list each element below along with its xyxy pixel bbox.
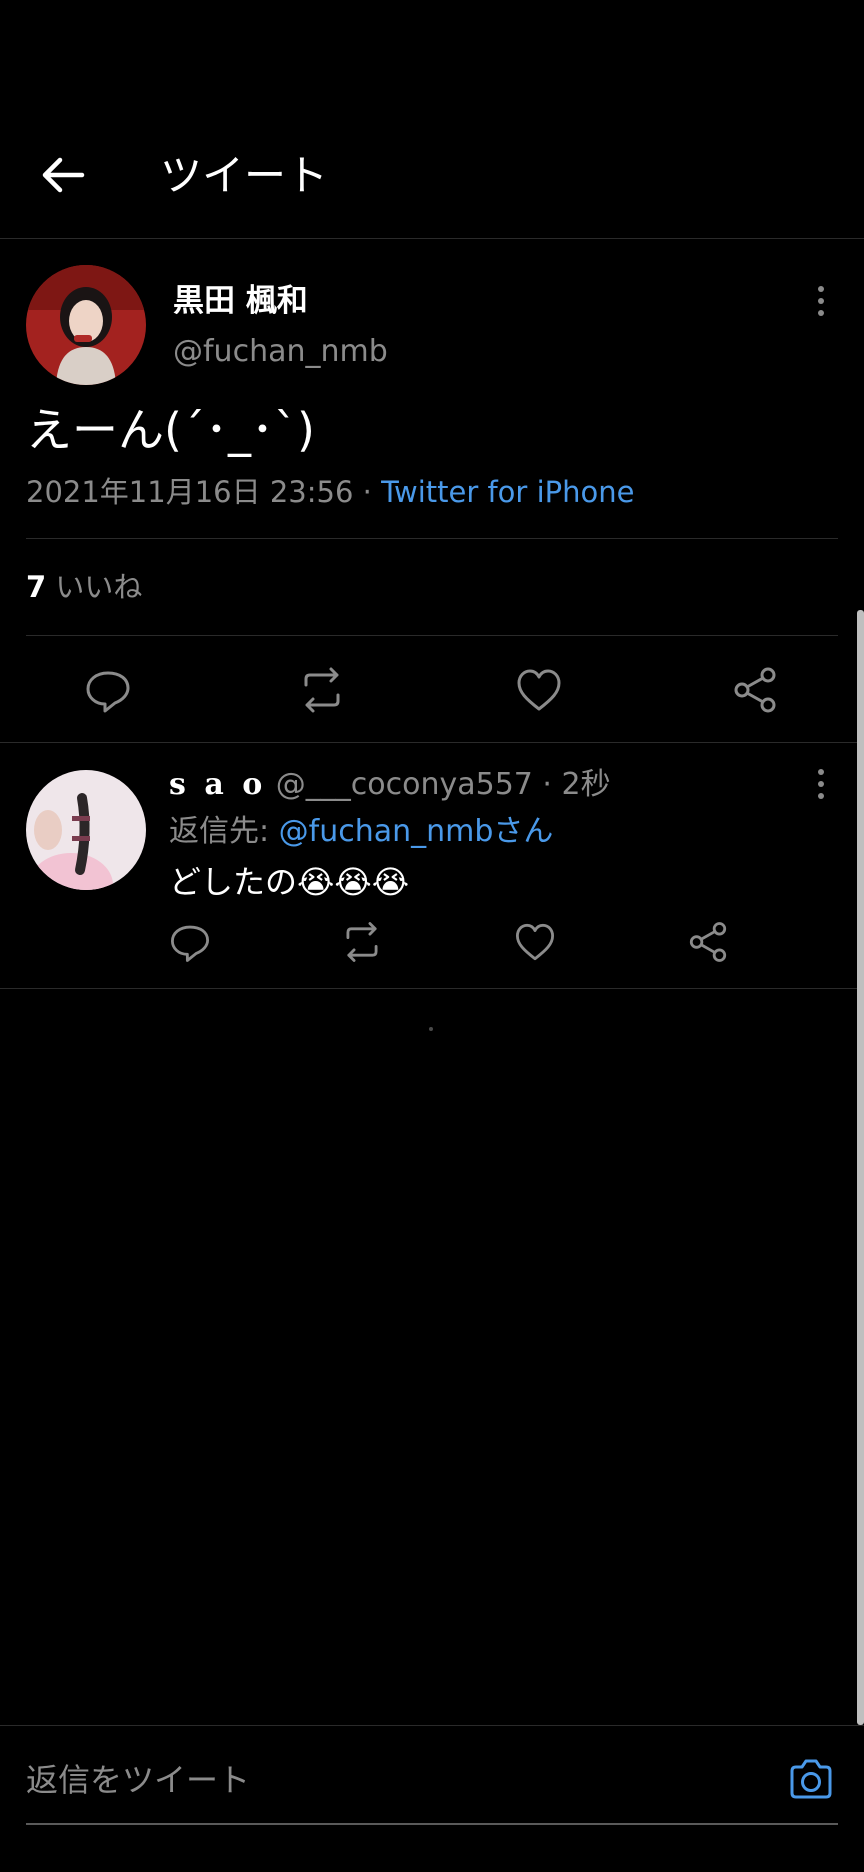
author-name[interactable]: 黒田 楓和 xyxy=(173,281,308,321)
reply-author-handle[interactable]: @___coconya557 xyxy=(266,767,533,802)
divider xyxy=(0,742,864,743)
like-icon[interactable] xyxy=(514,665,564,715)
author-handle[interactable]: @fuchan_nmb xyxy=(173,332,388,372)
tweet-meta: 2021年11月16日 23:56 · Twitter for iPhone xyxy=(26,472,634,512)
divider xyxy=(26,635,838,636)
share-icon[interactable] xyxy=(730,665,780,715)
reply-author-name[interactable]: s a o xyxy=(169,767,266,802)
reply-text: どしたの😭😭😭 xyxy=(169,863,410,901)
arrow-left-icon[interactable] xyxy=(38,150,88,200)
like-icon[interactable] xyxy=(513,920,557,964)
tweet-source-link[interactable]: Twitter for iPhone xyxy=(381,475,634,509)
like-count-label: いいね xyxy=(46,570,143,604)
more-options-icon[interactable] xyxy=(806,283,836,319)
divider xyxy=(0,988,864,989)
like-count[interactable]: 7 いいね xyxy=(26,567,142,607)
reply-avatar[interactable] xyxy=(26,770,146,890)
composer-divider xyxy=(0,1725,864,1726)
reply-icon[interactable] xyxy=(168,920,212,964)
app-header xyxy=(0,0,864,239)
reply-to-line: 返信先: @fuchan_nmbさん xyxy=(169,812,553,852)
retweet-icon[interactable] xyxy=(297,665,347,715)
reply-to-mention[interactable]: @fuchan_nmbさん xyxy=(279,814,554,849)
more-options-icon[interactable] xyxy=(806,766,836,802)
retweet-icon[interactable] xyxy=(340,920,384,964)
page-title: ツイート xyxy=(160,151,329,200)
divider xyxy=(26,538,838,539)
tweet-timestamp: 2021年11月16日 23:56 · xyxy=(26,475,382,509)
reply-to-prefix: 返信先: xyxy=(169,814,279,849)
reply-header: s a o @___coconya557 · 2秒 xyxy=(169,765,611,805)
loading-indicator xyxy=(429,1027,433,1031)
share-icon[interactable] xyxy=(686,920,730,964)
composer-underline xyxy=(26,1823,838,1825)
reply-composer-input[interactable]: 返信をツイート xyxy=(26,1758,250,1802)
reply-icon[interactable] xyxy=(83,665,133,715)
camera-icon[interactable] xyxy=(786,1755,836,1805)
like-count-value: 7 xyxy=(26,570,47,604)
reply-time: · 2秒 xyxy=(532,767,611,802)
scrollbar[interactable] xyxy=(857,610,864,1725)
avatar[interactable] xyxy=(26,265,146,385)
tweet-text: えーん(´･_･`) xyxy=(26,403,315,457)
